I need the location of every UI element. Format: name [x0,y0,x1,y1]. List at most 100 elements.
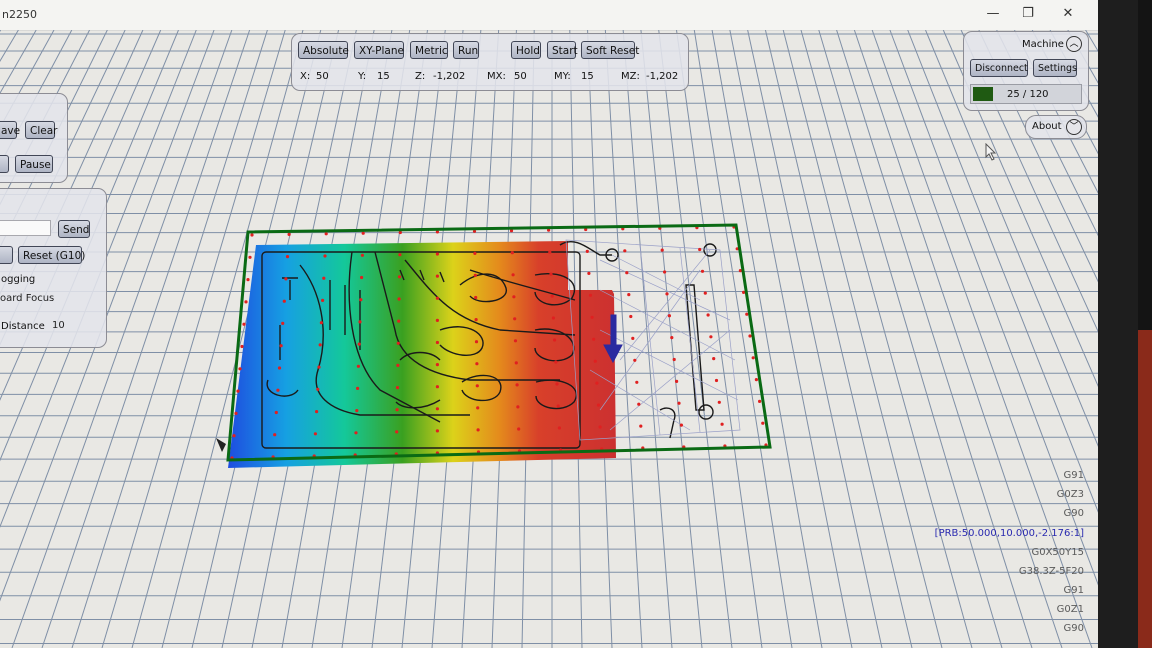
probe-point [435,296,439,300]
probe-point [623,249,627,253]
probe-point [556,404,560,408]
probe-point [248,255,252,259]
probe-point [319,321,323,325]
manual-control-panel: Send Reset (G10) ogging oard Focus Dista… [0,188,107,348]
probe-point [435,385,439,389]
probe-point [754,378,759,382]
probe-point [396,341,400,345]
probe-point [637,402,641,406]
probe-point [553,338,557,342]
probe-point [398,253,402,257]
machine-panel: Machine ︿ Disconnect Settings 25 / 120 [963,31,1089,111]
probe-point [665,292,669,296]
restore-icon[interactable]: ❐ [1020,6,1036,21]
probe-point [317,365,321,369]
play-button[interactable] [0,155,9,173]
command-input[interactable] [0,220,51,236]
zero-button[interactable] [0,246,13,264]
keyboard-focus-field[interactable]: oard Focus [0,291,87,307]
reset-g10-button[interactable]: Reset (G10) [18,246,85,264]
distance-input[interactable]: 10 [49,318,85,334]
probe-point [354,431,358,435]
probe-point [238,367,242,371]
grid-line [693,30,793,648]
probe-point [279,344,283,348]
soft-reset-button[interactable]: Soft Reset [581,41,639,59]
probe-point [356,364,360,368]
clear-button[interactable]: Clear [25,121,57,139]
collapse-up-icon[interactable]: ︿ [1066,36,1082,52]
probe-point [356,386,360,390]
probe-point [551,316,556,320]
probe-point [513,317,517,321]
about-button[interactable]: About [1032,121,1062,132]
bezel-dark [1098,0,1138,648]
absolute-button[interactable]: Absolute [298,41,349,59]
probe-point [360,275,364,280]
disconnect-button[interactable]: Disconnect [970,59,1028,77]
console-line: [PRB:50.000,10.000,-2.176:1] [934,528,1084,539]
probe-point [555,382,559,386]
console-line: G90 [1063,623,1084,634]
start-button[interactable]: Start [547,41,578,59]
metric-button[interactable]: Metric [410,41,448,59]
probe-point [510,251,514,255]
probe-point [476,406,480,410]
save-button[interactable]: ave [0,121,20,139]
probe-point [322,276,326,280]
mz-value: -1,202 [646,71,679,82]
probe-point [748,334,752,338]
run-button[interactable]: Run [453,41,479,59]
send-button[interactable]: Send [58,220,90,238]
expand-down-icon[interactable]: ﹀ [1066,119,1082,135]
probe-point [397,275,402,279]
x-value: 50 [316,71,329,82]
title-bar: n2250 — ❐ ✕ [0,0,1098,31]
probe-point [548,250,552,254]
settings-button[interactable]: Settings [1033,59,1077,77]
probe-point [435,429,439,433]
probe-point [720,422,724,426]
x-label: X: [300,71,311,82]
probe-point [703,291,707,295]
probe-point [323,254,327,258]
about-panel: About ﹀ [1025,115,1087,139]
grid-line [658,30,733,648]
probe-point [236,389,240,393]
probe-point [316,387,320,391]
probe-point [675,379,679,383]
console-line: G90 [1063,508,1084,519]
probe-point [397,319,401,323]
probe-point [395,386,400,390]
console-line: G91 [1063,470,1084,481]
pause-button[interactable]: Pause [15,155,53,173]
hold-button[interactable]: Hold [511,41,541,59]
probe-point [274,410,278,415]
console-line: G91 [1063,585,1084,596]
xy-plane-button[interactable]: XY-Plane [354,41,404,59]
probe-point [250,233,254,237]
probe-point [706,313,710,317]
probe-point [549,272,553,276]
probe-point [714,378,719,383]
buffer-status-bar: 25 / 120 [970,84,1082,104]
mz-label: MZ: [621,71,640,82]
grid-line [729,30,853,648]
probe-point [631,336,635,340]
probe-point [761,421,765,425]
grid-line [764,30,913,648]
close-icon[interactable]: ✕ [1060,6,1076,21]
probe-point [284,277,288,281]
probe-point [244,300,248,304]
y-value: 15 [377,71,390,82]
probe-point [709,335,713,339]
z-label: Z: [415,71,426,82]
3d-viewport[interactable] [0,30,1098,648]
probe-point [745,312,749,316]
probe-point [395,430,399,434]
minimize-icon[interactable]: — [985,6,1001,21]
probe-point [667,314,672,318]
grid-line [782,30,943,648]
probe-point [625,271,629,275]
probe-point [321,298,325,302]
